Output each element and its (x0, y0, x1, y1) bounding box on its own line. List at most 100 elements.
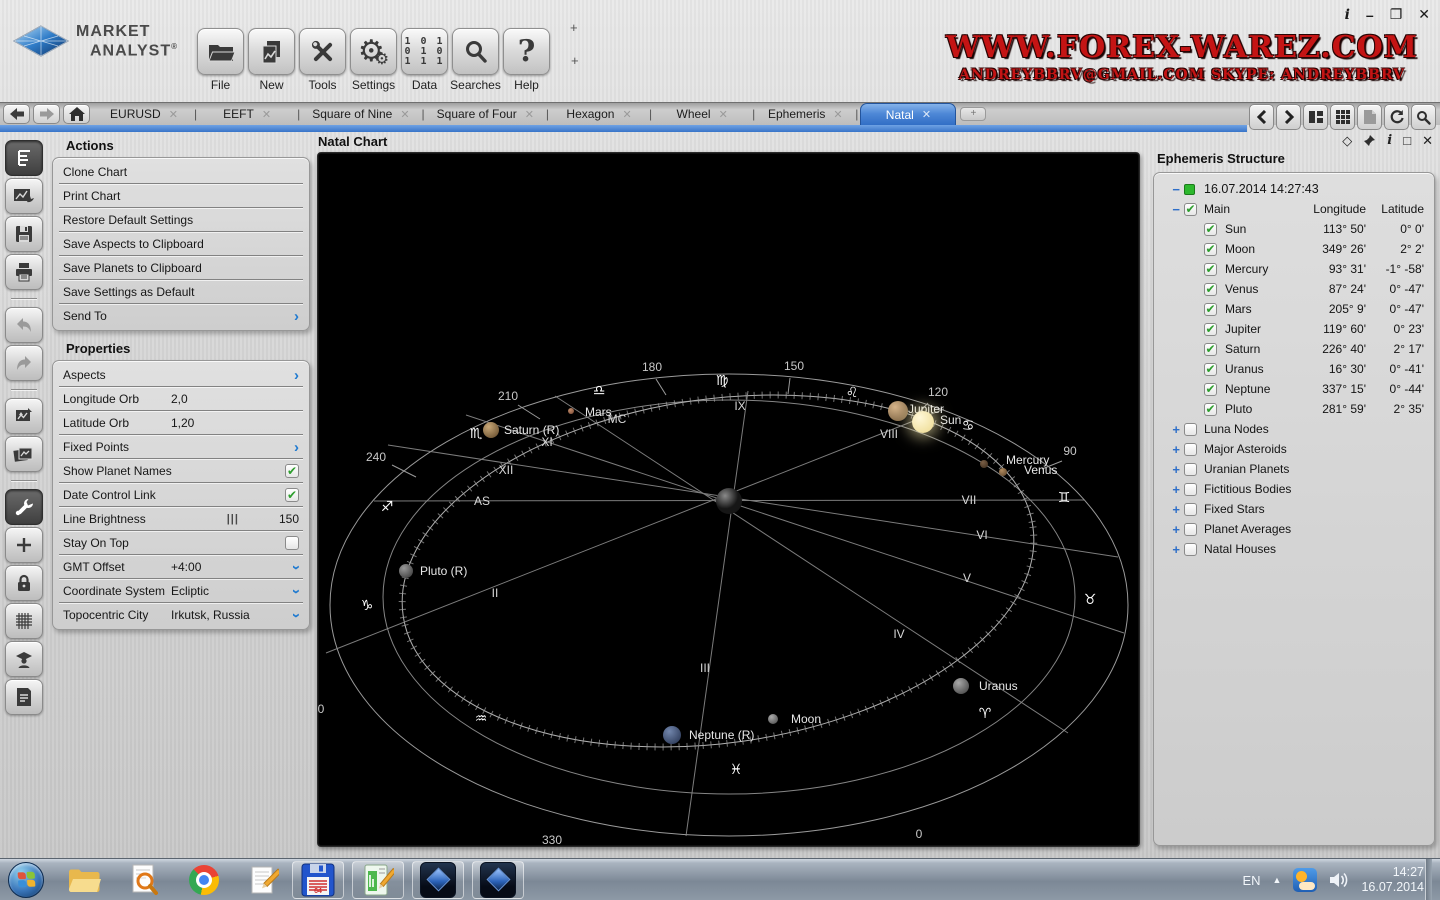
expand-icon[interactable]: + (1158, 462, 1184, 477)
ephemeris-row-mars[interactable]: ✔Mars205° 9'0° -47' (1158, 299, 1430, 319)
ephemeris-row-saturn[interactable]: ✔Saturn226° 40'2° 17' (1158, 339, 1430, 359)
tab-wheel[interactable]: Wheel✕ (654, 103, 750, 126)
property-stay-on-top[interactable]: Stay On Top (53, 531, 309, 555)
notes-button[interactable] (5, 679, 43, 715)
tab-close-icon[interactable]: ✕ (525, 108, 534, 121)
chrome-taskbar-icon[interactable] (184, 861, 224, 899)
ephemeris-group-natal-houses[interactable]: +Natal Houses (1158, 539, 1430, 559)
new-tab-button[interactable]: + (960, 107, 986, 121)
ephemeris-row-mercury[interactable]: ✔Mercury93° 31'-1° -58' (1158, 259, 1430, 279)
expand-icon[interactable]: + (1158, 522, 1184, 537)
tab-square-of-four[interactable]: Square of Four✕ (427, 103, 544, 126)
scroll-tabs-right-button[interactable] (1276, 104, 1301, 130)
checkbox-unchecked[interactable] (1184, 423, 1197, 436)
tab-close-icon[interactable]: ✕ (922, 108, 931, 121)
maximize-button[interactable]: ❐ (1390, 6, 1403, 23)
panel-close-icon[interactable]: ✕ (1422, 134, 1433, 147)
panel-info-icon[interactable]: i (1387, 134, 1392, 147)
chevron-right-icon[interactable]: › (294, 309, 299, 324)
expand-icon[interactable]: + (1158, 442, 1184, 457)
grid-view-button[interactable] (1330, 104, 1355, 130)
ephemeris-group-fixed-stars[interactable]: +Fixed Stars (1158, 499, 1430, 519)
market-analyst-app-button-1[interactable] (412, 861, 464, 899)
export-image-button[interactable] (5, 398, 43, 434)
checkbox-checked[interactable]: ✔ (1204, 403, 1217, 416)
home-button[interactable] (63, 104, 90, 124)
action-save-planets-to-clipboard[interactable]: Save Planets to Clipboard (53, 256, 309, 280)
minimize-button[interactable]: – (1366, 7, 1374, 23)
page-button[interactable] (1357, 104, 1382, 130)
checkbox-checked[interactable]: ✔ (1204, 283, 1217, 296)
property-coordinate-system[interactable]: Coordinate SystemEcliptic› (53, 579, 309, 603)
tab-close-icon[interactable]: ✕ (169, 108, 178, 121)
brightness-slider[interactable]: ||| (227, 513, 239, 525)
checkbox-checked[interactable]: ✔ (1204, 323, 1217, 336)
tab-eurusd[interactable]: EURUSD✕ (96, 103, 192, 126)
property-fixed-points[interactable]: Fixed Points› (53, 435, 309, 459)
chevron-down-icon[interactable]: › (289, 589, 304, 594)
ephemeris-main-row[interactable]: −✔MainLongitudeLatitude (1158, 199, 1430, 219)
new-button[interactable]: New (247, 28, 296, 92)
undo-button[interactable] (5, 307, 43, 343)
ephemeris-group-major-asteroids[interactable]: +Major Asteroids (1158, 439, 1430, 459)
editor-app-button[interactable] (352, 861, 404, 899)
pin-icon[interactable] (1363, 134, 1376, 147)
settings-button[interactable]: ⚙⚙ Settings (349, 28, 398, 92)
checkbox-checked[interactable]: ✔ (1204, 343, 1217, 356)
lock-button[interactable] (5, 565, 43, 601)
tab-square-of-nine[interactable]: Square of Nine✕ (302, 103, 419, 126)
clock[interactable]: 14:27 16.07.2014 (1361, 865, 1424, 895)
ephemeris-row-sun[interactable]: ✔Sun113° 50'0° 0' (1158, 219, 1430, 239)
layout-button[interactable] (1303, 104, 1328, 130)
scroll-tabs-left-button[interactable] (1249, 104, 1274, 130)
language-indicator[interactable]: EN (1242, 873, 1260, 888)
property-show-planet-names[interactable]: Show Planet Names✔ (53, 459, 309, 483)
action-print-chart[interactable]: Print Chart (53, 184, 309, 208)
checkbox-checked[interactable]: ✔ (1204, 223, 1217, 236)
checkbox-checked[interactable]: ✔ (1204, 383, 1217, 396)
property-date-control-link[interactable]: Date Control Link✔ (53, 483, 309, 507)
forward-button[interactable] (33, 104, 60, 124)
ephemeris-row-moon[interactable]: ✔Moon349° 26'2° 2' (1158, 239, 1430, 259)
natal-chart-canvas[interactable]: 2101801501209024033000♎♏♍♌♋♊♉♈♓♒♑♐IXVIII… (317, 152, 1140, 847)
properties-wrench-button[interactable] (5, 489, 43, 525)
expand-icon[interactable]: + (1158, 542, 1184, 557)
checkbox-checked[interactable]: ✔ (285, 464, 299, 478)
grid-overlay-button[interactable] (5, 603, 43, 639)
expand-icon[interactable]: + (1158, 482, 1184, 497)
back-button[interactable] (3, 104, 30, 124)
add-button[interactable] (5, 527, 43, 563)
action-clone-chart[interactable]: Clone Chart (53, 160, 309, 184)
speaker-icon[interactable] (1329, 871, 1349, 889)
ephemeris-group-planet-averages[interactable]: +Planet Averages (1158, 519, 1430, 539)
education-button[interactable] (5, 641, 43, 677)
ephemeris-row-jupiter[interactable]: ✔Jupiter119° 60'0° 23' (1158, 319, 1430, 339)
checkbox-unchecked[interactable] (1184, 463, 1197, 476)
checkbox-checked[interactable]: ✔ (1204, 263, 1217, 276)
notepad-taskbar-icon[interactable] (244, 861, 284, 899)
checkbox-unchecked[interactable] (1184, 483, 1197, 496)
tab-close-icon[interactable]: ✕ (262, 108, 271, 121)
property-line-brightness[interactable]: Line Brightness|||150 (53, 507, 309, 531)
action-save-aspects-to-clipboard[interactable]: Save Aspects to Clipboard (53, 232, 309, 256)
data-button[interactable]: 1 0 10 1 01 1 1 Data (400, 28, 449, 92)
market-analyst-app-button-2[interactable] (472, 861, 524, 899)
outline-view-button[interactable] (5, 140, 43, 176)
searches-button[interactable]: Searches (451, 28, 500, 92)
tab-close-icon[interactable]: ✕ (400, 108, 409, 121)
tab-natal[interactable]: Natal✕ (860, 103, 956, 126)
weather-tray-icon[interactable] (1293, 868, 1317, 892)
export-images-button[interactable] (5, 436, 43, 472)
close-button[interactable]: ✕ (1418, 6, 1430, 23)
checkbox-unchecked[interactable] (1184, 443, 1197, 456)
action-send-to[interactable]: Send To› (53, 304, 309, 328)
checkbox-checked[interactable]: ✔ (285, 488, 299, 502)
ephemeris-row-pluto[interactable]: ✔Pluto281° 59'2° 35' (1158, 399, 1430, 419)
search-taskbar-icon[interactable] (124, 861, 164, 899)
chevron-right-icon[interactable]: › (294, 440, 299, 455)
show-desktop-button[interactable] (1425, 859, 1432, 900)
chevron-down-icon[interactable]: › (289, 565, 304, 570)
checkbox-unchecked[interactable] (1184, 523, 1197, 536)
ephemeris-group-luna-nodes[interactable]: +Luna Nodes (1158, 419, 1430, 439)
ephemeris-row-uranus[interactable]: ✔Uranus16° 30'0° -41' (1158, 359, 1430, 379)
